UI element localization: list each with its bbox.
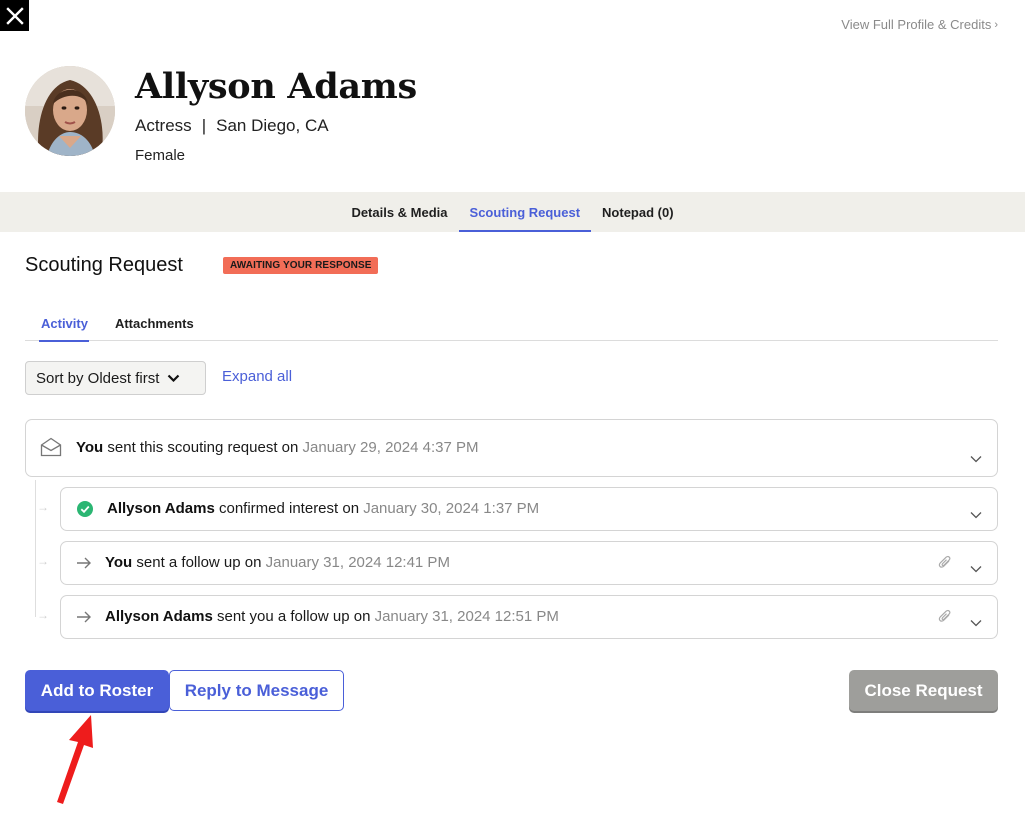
envelope-open-icon (40, 437, 62, 457)
profile-name: Allyson Adams (135, 66, 417, 107)
thread-connector-icon: → (37, 608, 49, 622)
arrow-right-icon (76, 556, 92, 570)
chevron-right-icon: › (994, 18, 998, 31)
subtab-activity[interactable]: Activity (25, 306, 99, 342)
activity-action: confirmed interest on (214, 500, 364, 517)
tab-details-media[interactable]: Details & Media (340, 192, 458, 232)
paperclip-icon (938, 609, 952, 629)
view-full-profile-label: View Full Profile & Credits (841, 17, 992, 32)
chevron-down-icon[interactable] (970, 450, 982, 467)
activity-actor: Allyson Adams (105, 608, 213, 625)
activity-item[interactable]: Allyson Adams sent you a follow up on Ja… (60, 595, 998, 639)
activity-action: sent a follow up on (132, 554, 266, 571)
chevron-down-icon[interactable] (970, 614, 982, 631)
tab-scouting-request[interactable]: Scouting Request (458, 192, 592, 232)
activity-timestamp: January 31, 2024 12:51 PM (374, 608, 559, 625)
activity-text: Allyson Adams confirmed interest on Janu… (107, 500, 539, 517)
activity-timestamp: January 31, 2024 12:41 PM (265, 554, 450, 571)
main-tab-bar: Details & Media Scouting Request Notepad… (0, 192, 1025, 232)
reply-to-message-button[interactable]: Reply to Message (169, 670, 344, 711)
activity-actor: You (105, 554, 133, 571)
chevron-down-icon (168, 374, 180, 382)
section-title: Scouting Request (25, 254, 183, 276)
avatar (25, 66, 115, 156)
view-full-profile-link[interactable]: View Full Profile & Credits › (841, 17, 998, 32)
add-to-roster-button[interactable]: Add to Roster (25, 670, 169, 711)
sort-select-label: Sort by Oldest first (36, 369, 160, 387)
paperclip-icon (938, 555, 952, 575)
status-badge: AWAITING YOUR RESPONSE (223, 257, 379, 274)
activity-timestamp: January 29, 2024 4:37 PM (302, 439, 479, 456)
sort-select[interactable]: Sort by Oldest first (25, 361, 206, 395)
profile-role: Actress (135, 116, 192, 135)
activity-item[interactable]: Allyson Adams confirmed interest on Janu… (60, 487, 998, 531)
activity-action: sent this scouting request on (103, 439, 303, 456)
close-request-button[interactable]: Close Request (849, 670, 998, 711)
separator: | (201, 116, 207, 135)
activity-timestamp: January 30, 2024 1:37 PM (363, 500, 540, 517)
activity-text: You sent a follow up on January 31, 2024… (105, 554, 450, 571)
thread-connector-icon: → (37, 500, 49, 514)
chevron-down-icon[interactable] (970, 560, 982, 577)
annotation-arrow-icon (50, 712, 100, 809)
subtab-attachments[interactable]: Attachments (99, 306, 206, 341)
activity-item[interactable]: You sent this scouting request on Januar… (25, 419, 998, 477)
profile-gender: Female (135, 147, 186, 164)
check-circle-icon (77, 501, 93, 517)
expand-all-link[interactable]: Expand all (222, 368, 292, 385)
profile-subtitle: Actress | San Diego, CA (135, 116, 329, 136)
activity-item[interactable]: You sent a follow up on January 31, 2024… (60, 541, 998, 585)
thread-line (35, 480, 36, 617)
thread-connector-icon: → (37, 554, 49, 568)
activity-text: Allyson Adams sent you a follow up on Ja… (105, 608, 559, 625)
tab-notepad[interactable]: Notepad (0) (591, 192, 685, 232)
activity-subtabs: Activity Attachments (25, 306, 998, 342)
chevron-down-icon[interactable] (970, 506, 982, 523)
activity-action: sent you a follow up on (212, 608, 375, 625)
activity-text: You sent this scouting request on Januar… (76, 439, 478, 456)
close-icon (5, 6, 24, 25)
activity-actor: Allyson Adams (107, 500, 215, 517)
profile-location: San Diego, CA (216, 116, 329, 135)
close-button[interactable] (0, 0, 29, 31)
arrow-right-icon (76, 610, 92, 624)
activity-actor: You (76, 439, 104, 456)
